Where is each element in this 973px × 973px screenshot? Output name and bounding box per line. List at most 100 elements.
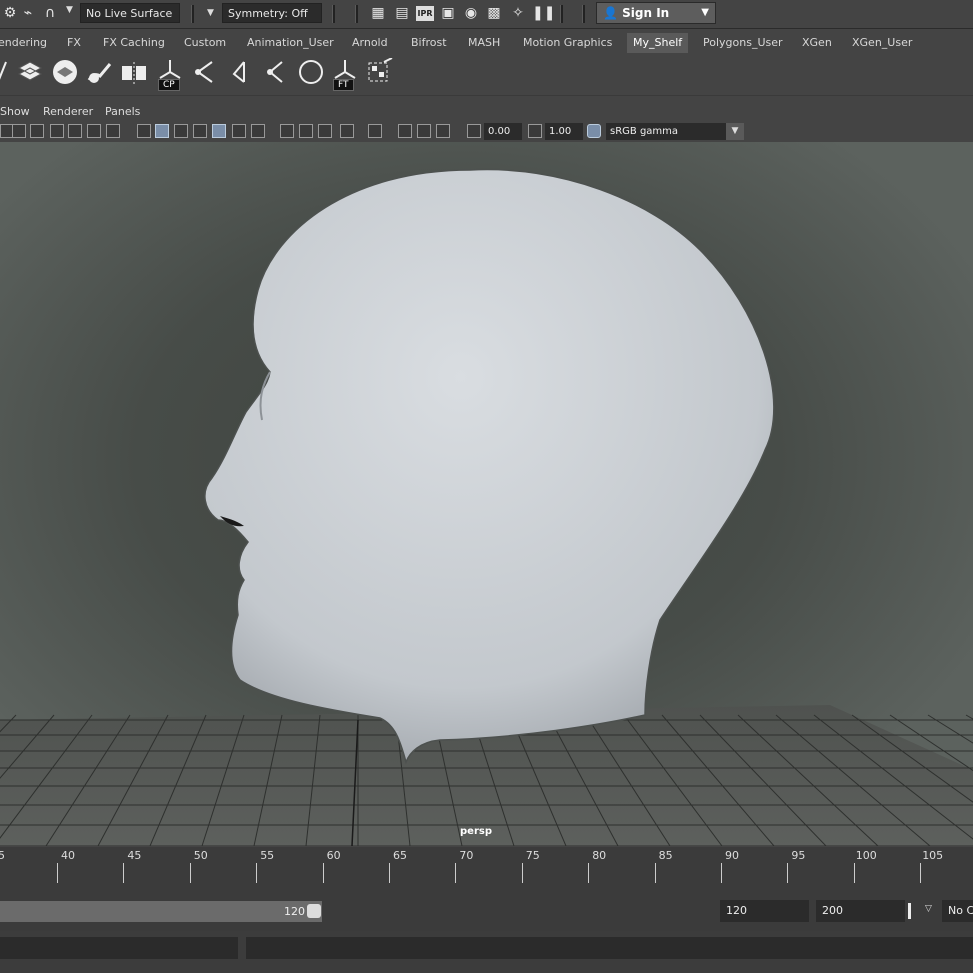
isolate-select-icon[interactable] (368, 124, 382, 138)
frame-number: 65 (393, 849, 407, 862)
tick-mark (853, 863, 855, 883)
panel-toolbar: 0.00 1.00 sRGB gamma ▼ (0, 121, 973, 142)
tab-xgen-user[interactable]: XGen_User (852, 33, 912, 53)
backface-icon[interactable] (436, 124, 450, 138)
animation-end-field[interactable]: 200 (816, 900, 905, 922)
render-settings-icon[interactable]: ▣ (440, 5, 456, 21)
color-management-icon[interactable] (587, 124, 601, 138)
lasso-icon[interactable]: ⚙ (2, 5, 18, 21)
status-line: ⚙ ⌁ ∩ ▼ No Live Surface ▼ Symmetry: Off … (0, 0, 973, 29)
live-surface-dropdown[interactable]: No Live Surface (80, 3, 180, 23)
time-slider[interactable]: 5 40 45 50 55 60 65 70 75 80 85 90 95 100 105 (0, 847, 973, 891)
textured-icon[interactable] (193, 124, 207, 138)
magnet-icon[interactable]: ∩ (42, 5, 58, 21)
smooth-shade-icon[interactable] (155, 124, 169, 138)
menu-renderer[interactable]: Renderer (43, 105, 93, 118)
wireframe-icon[interactable] (137, 124, 151, 138)
tab-arnold[interactable]: Arnold (352, 33, 388, 53)
playback-end-field[interactable]: 120 (720, 900, 809, 922)
tab-rendering[interactable]: endering (0, 33, 47, 53)
chevron-down-icon[interactable]: ▽ (925, 904, 932, 914)
range-slider[interactable]: 120 (0, 901, 322, 922)
exposure-icon[interactable] (467, 124, 481, 138)
depth-of-field-icon[interactable] (340, 124, 354, 138)
symmetry-dropdown[interactable]: Symmetry: Off (222, 3, 322, 23)
anti-aliasing-icon[interactable] (318, 124, 332, 138)
frame-number: 75 (525, 849, 540, 862)
ambient-occlusion-icon[interactable] (280, 124, 294, 138)
pause-icon[interactable]: ❚❚ (532, 5, 555, 21)
shelf-icons: CP FT (0, 53, 973, 96)
xray-joints-icon[interactable] (398, 124, 412, 138)
nurbs-circle-icon[interactable] (297, 58, 325, 86)
tick-mark (455, 863, 457, 883)
tab-mash[interactable]: MASH (468, 33, 500, 53)
uv-layout-icon[interactable] (366, 58, 394, 86)
field-chart-icon[interactable] (68, 124, 82, 138)
frame-number: 105 (922, 849, 944, 862)
user-icon: 👤 (603, 6, 618, 20)
tab-motion-graphics[interactable]: Motion Graphics (523, 33, 612, 53)
command-input[interactable] (0, 937, 238, 959)
shadows-icon[interactable] (232, 124, 246, 138)
snap-curve-icon[interactable]: ⌁ (20, 5, 36, 21)
center-pivot-icon[interactable]: CP (156, 58, 184, 91)
shelf-tabs: endering FX FX Caching Custom Animation_… (0, 33, 973, 53)
sign-in-button[interactable]: 👤 Sign In ▼ (596, 2, 716, 24)
safe-title-icon[interactable] (106, 124, 120, 138)
use-all-lights-icon[interactable] (212, 124, 226, 138)
tab-animation-user[interactable]: Animation_User (247, 33, 334, 53)
chevron-down-icon[interactable]: ▼ (726, 123, 744, 140)
ft-label: FT (333, 79, 354, 91)
gate-mask-icon[interactable] (50, 124, 64, 138)
ipr-render-icon[interactable]: IPR (416, 6, 434, 21)
tick-mark (123, 863, 125, 883)
safe-action-icon[interactable] (87, 124, 101, 138)
render-icon[interactable]: ▤ (394, 5, 410, 21)
render-view-icon[interactable]: ▦ (370, 5, 386, 21)
tab-fx[interactable]: FX (67, 33, 81, 53)
sculpt-brush-icon[interactable] (86, 58, 114, 86)
xray-active-icon[interactable] (417, 124, 431, 138)
gamma-icon[interactable] (528, 124, 542, 138)
freeze-transforms-icon[interactable]: FT (331, 58, 359, 91)
color-space-dropdown[interactable]: sRGB gamma (606, 123, 726, 140)
gamma-field[interactable]: 1.00 (545, 123, 583, 140)
viewport-scene (0, 142, 973, 846)
tick-mark (654, 863, 656, 883)
tab-xgen[interactable]: XGen (802, 33, 832, 53)
bind-skin-icon[interactable] (262, 58, 290, 86)
tab-custom[interactable]: Custom (184, 33, 226, 53)
menu-panels[interactable]: Panels (105, 105, 140, 118)
ik-handle-icon[interactable] (226, 58, 254, 86)
tick-mark (588, 863, 590, 883)
tab-fx-caching[interactable]: FX Caching (103, 33, 165, 53)
chevron-down-icon[interactable]: ▼ (207, 8, 214, 18)
range-end-value: 120 (284, 905, 305, 918)
tab-bifrost[interactable]: Bifrost (411, 33, 447, 53)
wireframe-on-shaded-icon[interactable] (174, 124, 188, 138)
motion-blur-icon[interactable] (299, 124, 313, 138)
range-handle[interactable] (307, 904, 321, 918)
joint-tool-icon[interactable] (192, 58, 220, 86)
layered-planes-icon[interactable] (16, 58, 44, 86)
chevron-down-icon: ▼ (701, 7, 709, 18)
exposure-field[interactable]: 0.00 (484, 123, 522, 140)
tab-polygons-user[interactable]: Polygons_User (703, 33, 783, 53)
render-setup-icon[interactable]: ▩ (486, 5, 502, 21)
xray-icon[interactable] (251, 124, 265, 138)
viewport[interactable] (0, 142, 973, 846)
divider (560, 5, 563, 23)
tab-my-shelf[interactable]: My_Shelf (627, 33, 689, 53)
hypershade-icon[interactable]: ◉ (463, 5, 479, 21)
mirror-cubes-icon[interactable] (120, 58, 148, 86)
tick-mark (57, 863, 58, 883)
character-set-dropdown[interactable]: No C (942, 900, 973, 922)
lights-icon[interactable]: ✧ (510, 5, 526, 21)
film-gate-icon[interactable] (12, 124, 26, 138)
menu-show[interactable]: Show (0, 105, 30, 118)
resolution-gate-icon[interactable] (30, 124, 44, 138)
chevron-down-icon[interactable]: ▼ (66, 5, 73, 15)
frame-number: 45 (127, 849, 142, 862)
stack-layers-icon[interactable] (51, 58, 79, 86)
